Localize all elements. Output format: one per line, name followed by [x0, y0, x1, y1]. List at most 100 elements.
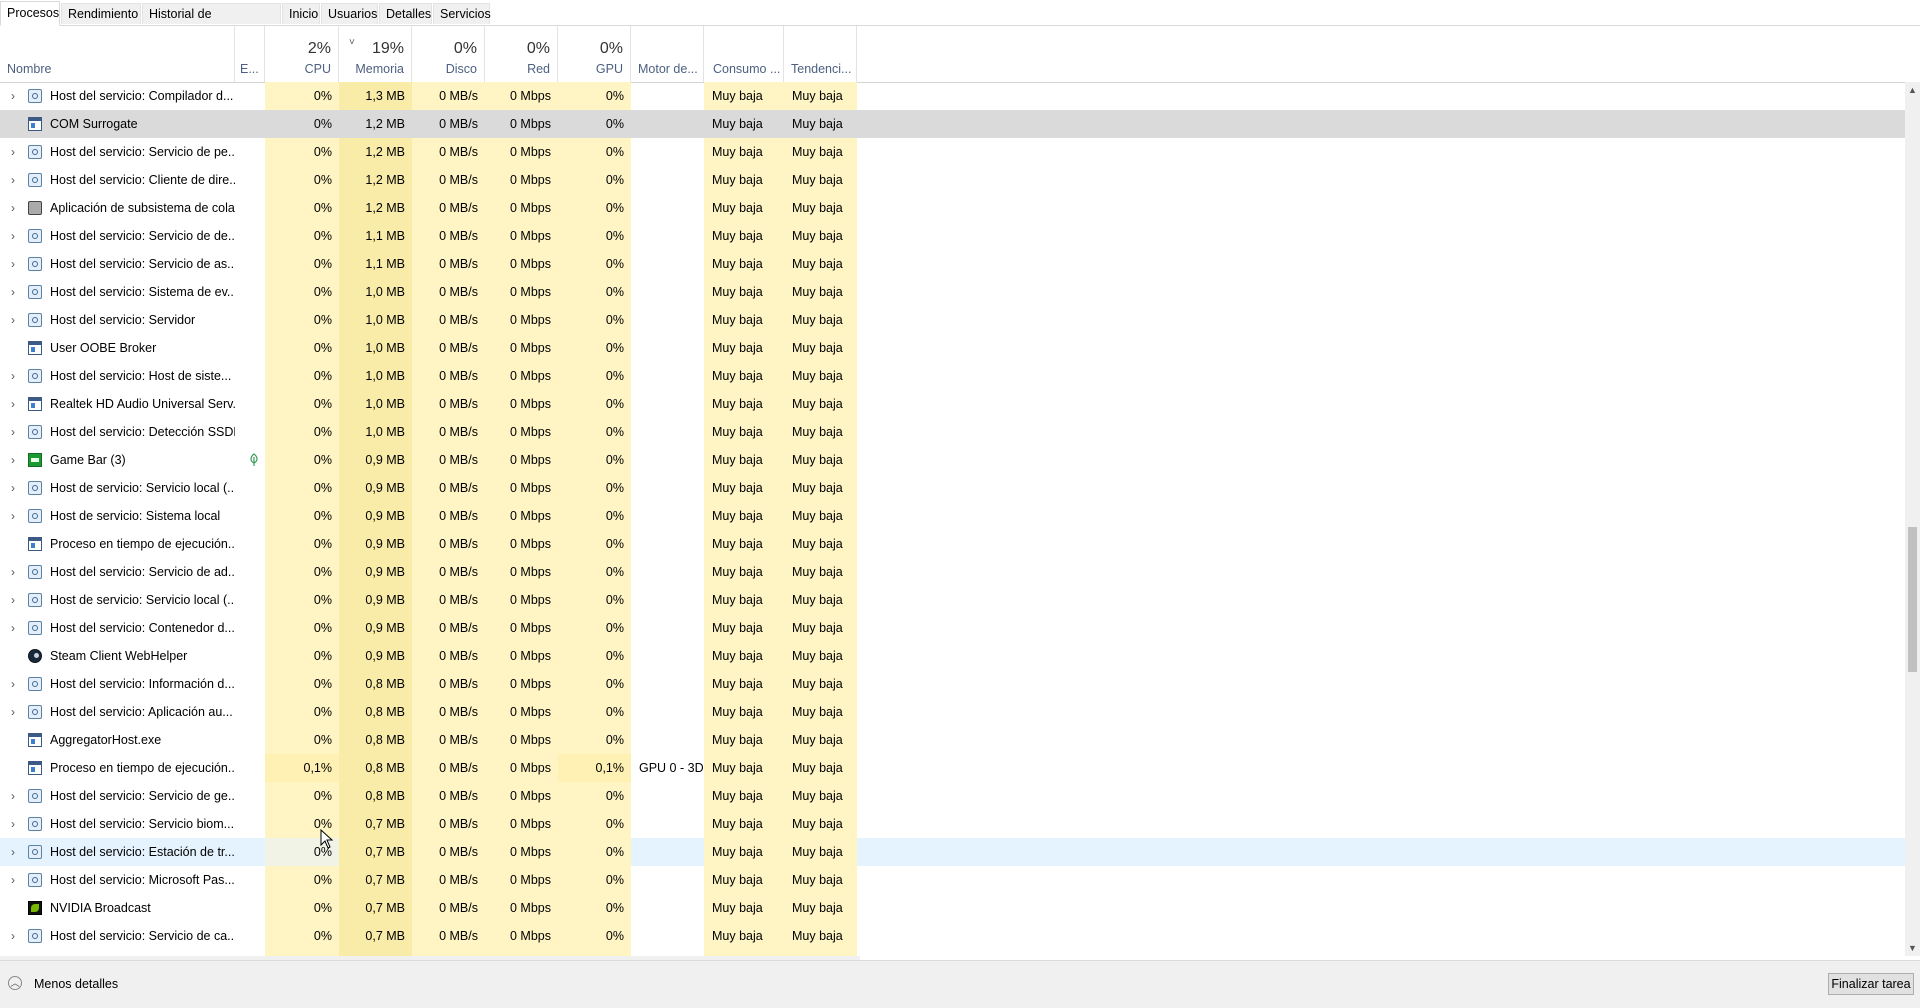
cell-gpu: 0,1%	[558, 754, 631, 782]
cell-gpu: 0%	[558, 306, 631, 334]
column-gpu-engine[interactable]: Motor de...	[631, 26, 704, 82]
column-power-trend[interactable]: Tendenci...	[784, 26, 857, 82]
scroll-up-arrow-icon[interactable]: ▲	[1905, 82, 1920, 98]
process-row[interactable]: › Game Bar (3) 0% 0,9 MB 0 MB/s 0 Mbps 0% Muy b…	[0, 446, 1905, 474]
expand-chevron-icon[interactable]: ›	[6, 670, 20, 698]
cell-mem: 1,0 MB	[339, 278, 412, 306]
process-row[interactable]: › Host del servicio: Servicio de pe... 0% 1…	[0, 138, 1905, 166]
expand-chevron-icon[interactable]: ›	[6, 698, 20, 726]
tab-rendimiento[interactable]: Rendimiento	[61, 3, 141, 24]
cell-mem: 0,9 MB	[339, 642, 412, 670]
cell-disk: 0 MB/s	[412, 334, 485, 362]
column-cpu[interactable]: 2% CPU	[265, 26, 339, 82]
expand-chevron-icon[interactable]: ›	[6, 474, 20, 502]
scroll-thumb[interactable]	[1908, 527, 1917, 672]
scroll-down-arrow-icon[interactable]: ▼	[1905, 940, 1920, 956]
expand-chevron-icon[interactable]: ›	[6, 446, 20, 474]
tab-inicio[interactable]: Inicio	[282, 3, 320, 24]
expand-chevron-icon[interactable]: ›	[6, 278, 20, 306]
process-row[interactable]: Proceso en tiempo de ejecución... 0,1% 0,8…	[0, 754, 1905, 782]
cell-power: Muy baja	[704, 782, 784, 810]
process-row[interactable]: › Host del servicio: Compilador d... 0% 1,3…	[0, 82, 1905, 110]
column-gpu[interactable]: 0% GPU	[558, 26, 631, 82]
expand-chevron-icon[interactable]: ›	[6, 866, 20, 894]
process-row[interactable]: › Host del servicio: Servicio de ad... 0% 0…	[0, 558, 1905, 586]
cell-power: Muy baja	[704, 922, 784, 950]
process-row[interactable]: › Host del servicio: Cliente de dire... 0%…	[0, 166, 1905, 194]
expand-chevron-icon[interactable]: ›	[6, 586, 20, 614]
process-row[interactable]: › Host del servicio: Información d... 0% 0,…	[0, 670, 1905, 698]
process-row[interactable]: › Host del servicio: Microsoft Pas... 0% 0,…	[0, 866, 1905, 894]
expand-chevron-icon[interactable]: ›	[6, 82, 20, 110]
cell-gpu: 0%	[558, 250, 631, 278]
column-status[interactable]: E...	[235, 26, 265, 82]
process-row[interactable]: COM Surrogate 0% 1,2 MB 0 MB/s 0 Mbps 0% Muy b…	[0, 110, 1905, 138]
process-row[interactable]: › Host del servicio: Detección SSDP 0% 1,0 …	[0, 418, 1905, 446]
process-row[interactable]: › Host de servicio: Servicio local (... 0%…	[0, 586, 1905, 614]
column-disk[interactable]: 0% Disco	[412, 26, 485, 82]
expand-chevron-icon[interactable]: ›	[6, 418, 20, 446]
process-row[interactable]: › Host del servicio: Servicio de de... 0% 1…	[0, 222, 1905, 250]
expand-chevron-icon[interactable]: ›	[6, 810, 20, 838]
expand-chevron-icon[interactable]: ›	[6, 782, 20, 810]
cell-net: 0 Mbps	[485, 558, 558, 586]
window-process-icon	[28, 117, 42, 131]
process-row[interactable]: NVIDIA Broadcast 0% 0,7 MB 0 MB/s 0 Mbps 0% Mu…	[0, 894, 1905, 922]
process-row[interactable]: › Host del servicio: Estación de tr... 0% 0…	[0, 838, 1905, 866]
expand-chevron-icon[interactable]: ›	[6, 194, 20, 222]
process-row[interactable]: › Host del servicio: Servidor 0% 1,0 MB 0 MB…	[0, 306, 1905, 334]
tab-historial-de-aplicaciones[interactable]: Historial de aplicaciones	[142, 3, 281, 42]
process-row[interactable]: › Realtek HD Audio Universal Serv... 0% 1,0…	[0, 390, 1905, 418]
process-row[interactable]: › Host de servicio: Sistema local 0% 0,9 MB…	[0, 502, 1905, 530]
expand-chevron-icon[interactable]: ›	[6, 502, 20, 530]
cell-net: 0 Mbps	[485, 726, 558, 754]
process-row[interactable]: AggregatorHost.exe 0% 0,8 MB 0 MB/s 0 Mbps 0%…	[0, 726, 1905, 754]
vertical-scrollbar[interactable]: ▲ ▼	[1905, 82, 1920, 956]
process-name: Host del servicio: Servicio de de...	[50, 229, 235, 243]
cell-cpu: 0%	[265, 138, 339, 166]
tab-procesos[interactable]: Procesos	[0, 1, 60, 26]
tab-servicios[interactable]: Servicios	[433, 3, 491, 24]
column-power-usage[interactable]: Consumo ...	[704, 26, 784, 82]
expand-chevron-icon[interactable]: ›	[6, 166, 20, 194]
process-row[interactable]: Proceso en tiempo de ejecución... 0% 0,9 M…	[0, 530, 1905, 558]
gear-process-icon	[28, 789, 42, 803]
expand-chevron-icon[interactable]: ›	[6, 306, 20, 334]
process-row[interactable]: › Host del servicio: Sistema de ev... 0% 1,…	[0, 278, 1905, 306]
cpu-total: 2%	[307, 40, 331, 57]
process-row[interactable]: › Host del servicio: Aplicación au... 0% 0,…	[0, 698, 1905, 726]
expand-chevron-icon[interactable]: ›	[6, 614, 20, 642]
expand-chevron-icon[interactable]: ›	[6, 250, 20, 278]
process-row[interactable]: › Host del servicio: Servicio de ge... 0% 0…	[0, 782, 1905, 810]
expand-chevron-icon[interactable]: ›	[6, 222, 20, 250]
column-name[interactable]: Nombre	[0, 26, 235, 82]
process-row[interactable]: › Host del servicio: Servicio de ca... 0% 0…	[0, 922, 1905, 950]
process-row[interactable]: › Host del servicio: Contenedor d... 0% 0,9…	[0, 614, 1905, 642]
expand-chevron-icon[interactable]: ›	[6, 390, 20, 418]
end-task-button[interactable]: Finalizar tarea	[1828, 973, 1914, 995]
process-row[interactable]: › Host del servicio: Servicio de as... 0% 1…	[0, 250, 1905, 278]
expand-chevron-icon[interactable]: ›	[6, 138, 20, 166]
cell-disk: 0 MB/s	[412, 614, 485, 642]
expand-chevron-icon[interactable]: ›	[6, 838, 20, 866]
expand-chevron-icon[interactable]: ›	[6, 922, 20, 950]
expand-chevron-icon[interactable]: ›	[6, 558, 20, 586]
expand-chevron-icon[interactable]: ›	[6, 362, 20, 390]
tab-usuarios[interactable]: Usuarios	[321, 3, 378, 24]
tab-detalles[interactable]: Detalles	[379, 3, 432, 24]
gpu-total: 0%	[599, 40, 623, 57]
column-network[interactable]: 0% Red	[485, 26, 558, 82]
process-row[interactable]: User OOBE Broker 0% 1,0 MB 0 MB/s 0 Mbps 0% Mu…	[0, 334, 1905, 362]
column-memory[interactable]: ˅ 19% Memoria	[339, 26, 412, 82]
cell-disk: 0 MB/s	[412, 810, 485, 838]
cell-trend: Muy baja	[784, 698, 857, 726]
cell-cpu: 0%	[265, 306, 339, 334]
cell-disk: 0 MB/s	[412, 670, 485, 698]
process-row[interactable]: › Aplicación de subsistema de cola 0% 1,2 M…	[0, 194, 1905, 222]
process-row[interactable]: › Host de servicio: Servicio local (... 0%…	[0, 474, 1905, 502]
process-row[interactable]: Steam Client WebHelper 0% 0,9 MB 0 MB/s 0 Mb…	[0, 642, 1905, 670]
process-row[interactable]: › Host del servicio: Servicio biom... 0% 0,…	[0, 810, 1905, 838]
process-row[interactable]: › Host del servicio: Host de siste... 0% 1,…	[0, 362, 1905, 390]
gear-process-icon	[28, 425, 42, 439]
column-header: Nombre E... 2% CPU ˅ 19% Memoria 0% Disc…	[0, 26, 1920, 83]
